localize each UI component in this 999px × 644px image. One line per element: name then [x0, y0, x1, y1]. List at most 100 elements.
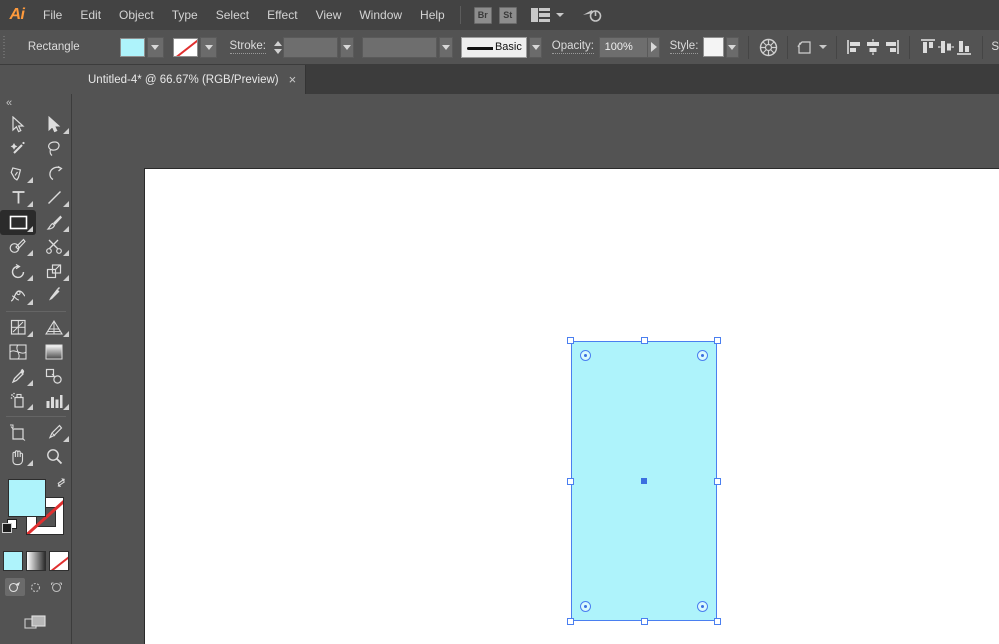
- opacity-label: Opacity:: [551, 40, 594, 54]
- direct-selection-tool[interactable]: [36, 112, 72, 137]
- pen-tool[interactable]: [0, 161, 36, 186]
- draw-inside-button[interactable]: [47, 578, 67, 596]
- handle-top-center[interactable]: [640, 337, 648, 344]
- align-left-icon[interactable]: [846, 36, 864, 58]
- gradient-tool[interactable]: [36, 340, 72, 365]
- draw-behind-button[interactable]: [26, 578, 46, 596]
- color-mode-button[interactable]: [2, 551, 23, 571]
- fill-swatch-dropdown-icon[interactable]: [146, 36, 164, 58]
- line-segment-tool[interactable]: [36, 186, 72, 211]
- document-tab[interactable]: Untitled-4* @ 66.67% (RGB/Preview) ×: [76, 65, 307, 94]
- rectangle-tool[interactable]: [0, 210, 36, 235]
- gradient-mode-button[interactable]: [25, 551, 46, 571]
- chevron-down-icon[interactable]: [555, 13, 564, 17]
- opacity-expand-icon[interactable]: [647, 36, 661, 58]
- handle-bottom-right[interactable]: [714, 618, 721, 625]
- column-graph-tool[interactable]: [36, 389, 72, 414]
- menu-window[interactable]: Window: [350, 0, 411, 30]
- transform-panel-icon[interactable]: [797, 35, 817, 59]
- scissors-tool[interactable]: [36, 235, 72, 260]
- draw-normal-button[interactable]: [4, 578, 25, 596]
- lasso-tool[interactable]: [36, 137, 72, 162]
- stock-button[interactable]: St: [498, 6, 517, 24]
- slice-tool[interactable]: [36, 420, 72, 445]
- canvas-workspace[interactable]: [72, 94, 999, 644]
- artboard-tool[interactable]: [0, 420, 36, 445]
- fill-color-indicator[interactable]: [8, 479, 46, 517]
- rectangle-shape[interactable]: [567, 337, 721, 625]
- menu-view[interactable]: View: [307, 0, 351, 30]
- variable-width-dropdown-icon[interactable]: [439, 36, 453, 58]
- menu-select[interactable]: Select: [207, 0, 258, 30]
- menu-effect[interactable]: Effect: [258, 0, 306, 30]
- stroke-weight-dropdown-icon[interactable]: [340, 36, 354, 58]
- bridge-button[interactable]: Br: [473, 6, 492, 24]
- brush-definition-dropdown-icon[interactable]: [528, 36, 543, 58]
- menu-help[interactable]: Help: [411, 0, 454, 30]
- live-corner-widget-bottom-right[interactable]: [697, 601, 708, 612]
- handle-bottom-center[interactable]: [640, 618, 648, 625]
- blend-tool[interactable]: [36, 364, 72, 389]
- handle-top-right[interactable]: [714, 337, 721, 344]
- recolor-artwork-icon[interactable]: [758, 35, 778, 59]
- artboard[interactable]: [144, 168, 999, 644]
- menu-type[interactable]: Type: [163, 0, 207, 30]
- perspective-grid-tool[interactable]: [36, 315, 72, 340]
- search-adobe-stock-icon[interactable]: [580, 6, 602, 24]
- graphic-style-swatch[interactable]: [703, 37, 724, 57]
- live-corner-widget-bottom-left[interactable]: [580, 601, 591, 612]
- live-corner-widget-top-right[interactable]: [697, 350, 708, 361]
- align-top-icon[interactable]: [919, 36, 937, 58]
- change-screen-mode-button[interactable]: [23, 612, 49, 632]
- transform-chevron-down-icon[interactable]: [819, 45, 828, 49]
- scale-tool[interactable]: [36, 259, 72, 284]
- stroke-color-swatch[interactable]: [173, 37, 199, 57]
- shaper-tool[interactable]: [0, 235, 36, 260]
- arrange-documents-icon[interactable]: [530, 8, 551, 22]
- document-tab-bar: Untitled-4* @ 66.67% (RGB/Preview) ×: [0, 65, 999, 94]
- stroke-swatch-dropdown-icon[interactable]: [200, 36, 218, 58]
- align-horizontal-center-icon[interactable]: [864, 36, 882, 58]
- variable-width-profile-input[interactable]: [361, 36, 438, 58]
- hand-tool[interactable]: [0, 445, 36, 470]
- align-right-icon[interactable]: [882, 36, 900, 58]
- paintbrush-tool[interactable]: [36, 210, 72, 235]
- rotate-tool[interactable]: [0, 259, 36, 284]
- handle-middle-left[interactable]: [567, 477, 574, 485]
- type-tool[interactable]: [0, 186, 36, 211]
- align-bottom-icon[interactable]: [955, 36, 973, 58]
- free-transform-tool[interactable]: [36, 284, 72, 309]
- selection-tool[interactable]: [0, 112, 36, 137]
- collapse-panel-icon[interactable]: «: [6, 97, 12, 109]
- magic-wand-tool[interactable]: [0, 137, 36, 162]
- swap-fill-stroke-icon[interactable]: [54, 475, 68, 489]
- close-icon[interactable]: ×: [289, 73, 297, 86]
- symbol-sprayer-tool[interactable]: [0, 389, 36, 414]
- handle-bottom-left[interactable]: [567, 618, 574, 625]
- width-tool[interactable]: [0, 284, 36, 309]
- opacity-input[interactable]: 100%: [598, 36, 648, 58]
- handle-middle-right[interactable]: [714, 477, 721, 485]
- none-mode-button[interactable]: [48, 551, 69, 571]
- fill-color-swatch[interactable]: [119, 37, 145, 57]
- handle-top-left[interactable]: [567, 337, 574, 344]
- align-vertical-center-icon[interactable]: [937, 36, 955, 58]
- control-bar-grip[interactable]: [0, 30, 8, 65]
- brush-definition-select[interactable]: Basic: [460, 36, 527, 58]
- curvature-tool[interactable]: [36, 161, 72, 186]
- live-corner-widget-top-left[interactable]: [580, 350, 591, 361]
- mesh-tool[interactable]: [0, 340, 36, 365]
- stroke-weight-stepper[interactable]: [273, 37, 283, 58]
- default-fill-stroke-icon[interactable]: [2, 519, 18, 535]
- document-tab-title: Untitled-4* @ 66.67% (RGB/Preview): [88, 73, 279, 86]
- tools-divider: [6, 311, 66, 312]
- menu-file[interactable]: File: [34, 0, 71, 30]
- menu-object[interactable]: Object: [110, 0, 163, 30]
- graphic-style-dropdown-icon[interactable]: [725, 36, 740, 58]
- zoom-tool[interactable]: [36, 445, 72, 470]
- shape-builder-tool[interactable]: [0, 315, 36, 340]
- control-overflow-label[interactable]: S: [991, 41, 999, 53]
- stroke-weight-input[interactable]: [283, 36, 339, 58]
- menu-edit[interactable]: Edit: [71, 0, 110, 30]
- eyedropper-tool[interactable]: [0, 364, 36, 389]
